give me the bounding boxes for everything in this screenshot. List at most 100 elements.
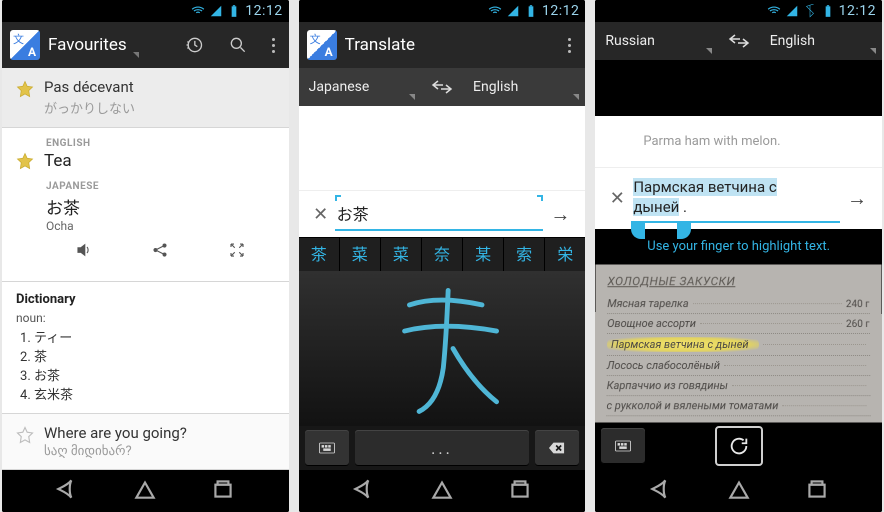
switch-keyboard-button[interactable] [305, 430, 349, 466]
text-input[interactable]: お茶 [335, 197, 544, 231]
swap-languages-button[interactable] [718, 31, 760, 51]
speak-button[interactable] [75, 241, 93, 263]
home-button[interactable] [726, 476, 752, 506]
signal-icon [209, 4, 223, 18]
space-button[interactable]: ... [355, 430, 530, 466]
menu-line: Лосось слабосолёный [607, 356, 870, 376]
candidate[interactable]: 菜 [340, 238, 381, 271]
overflow-menu-button[interactable] [264, 38, 283, 53]
language-bar: Japanese English [299, 68, 586, 106]
menu-heading: ХОЛОДНЫЕ ЗАКУСКИ [608, 274, 870, 288]
dict-entry: 茶 [34, 346, 275, 365]
wifi-icon [191, 4, 205, 18]
to-language-selector[interactable]: English [760, 22, 882, 60]
status-bar: 12:12 [595, 0, 882, 22]
menu-line: Карпаччио из говядины [607, 376, 870, 396]
system-nav-bar [299, 470, 586, 512]
dict-pos: noun: [16, 311, 275, 325]
app-icon[interactable] [307, 30, 337, 60]
fav-sub: საღ მიდიხარ? [44, 444, 275, 459]
home-button[interactable] [132, 476, 158, 506]
candidate[interactable]: 某 [463, 238, 504, 271]
ocr-source-field[interactable]: Пармская ветчина сдыней . [631, 174, 840, 223]
switch-keyboard-button[interactable] [601, 428, 645, 464]
submit-button[interactable]: → [543, 202, 577, 227]
fav-detail-card: ENGLISH Tea JAPANESE お茶 Ocha [2, 128, 289, 282]
candidate[interactable]: 栄 [545, 238, 585, 271]
selected-text: Пармская ветчина с [633, 178, 776, 196]
tgt-lang-label: JAPANESE [46, 181, 275, 192]
recents-button[interactable] [210, 476, 236, 506]
status-bar: 12:12 [299, 0, 586, 22]
back-button[interactable] [54, 476, 80, 506]
spinner-indicator-icon [133, 52, 139, 58]
dict-header: Dictionary [16, 292, 275, 307]
star-outline-icon[interactable] [16, 426, 34, 444]
battery-icon [821, 4, 835, 18]
page-title: Translate [345, 35, 415, 55]
clear-input-button[interactable]: ✕ [307, 204, 335, 225]
app-icon[interactable] [10, 30, 40, 60]
from-language: Russian [605, 33, 655, 49]
bluetooth-icon [803, 4, 817, 18]
battery-icon [227, 4, 241, 18]
ocr-translated-text: Parma ham with melon. [595, 116, 882, 167]
share-button[interactable] [151, 241, 169, 263]
dropdown-indicator-icon [573, 94, 579, 100]
camera-toolbar [595, 422, 882, 470]
action-bar: Translate [299, 22, 586, 68]
dictionary-card: Dictionary noun: ティー 茶 お茶 玄米茶 [2, 282, 289, 414]
src-word: Tea [44, 151, 72, 171]
rescan-button[interactable] [715, 426, 763, 466]
backspace-button[interactable] [535, 430, 579, 466]
action-bar: Favourites [2, 22, 289, 68]
to-language-selector[interactable]: English [463, 68, 585, 106]
result-area [299, 106, 586, 190]
from-language-selector[interactable]: Japanese [299, 68, 421, 106]
back-button[interactable] [351, 476, 377, 506]
detail-actions [46, 233, 275, 273]
handwriting-canvas[interactable] [299, 271, 586, 426]
to-language: English [473, 79, 518, 95]
status-bar: 12:12 [2, 0, 289, 22]
recents-button[interactable] [507, 476, 533, 506]
dict-entry: ティー [34, 327, 275, 346]
menu-line: с рукколой и вялеными томатами [607, 396, 871, 416]
recents-button[interactable] [804, 476, 830, 506]
star-icon[interactable] [16, 80, 34, 98]
candidate[interactable]: 奈 [422, 238, 463, 271]
fav-item[interactable]: Pas décevant がっかりしない [2, 68, 289, 128]
fullscreen-button[interactable] [228, 241, 246, 263]
battery-icon [524, 4, 538, 18]
status-clock: 12:12 [245, 3, 282, 19]
phone-translate: 12:12 Translate Japanese English ✕ お茶 → [299, 0, 586, 512]
status-clock: 12:12 [542, 3, 579, 19]
star-icon[interactable] [16, 152, 34, 170]
from-language-selector[interactable]: Russian [595, 22, 717, 60]
home-button[interactable] [429, 476, 455, 506]
back-button[interactable] [648, 476, 674, 506]
ocr-screen: Parma ham with melon. ✕ Пармская ветчина… [595, 60, 882, 470]
clear-input-button[interactable]: ✕ [603, 188, 631, 209]
candidate[interactable]: 索 [504, 238, 545, 271]
history-button[interactable] [176, 27, 212, 63]
camera-photo[interactable]: ХОЛОДНЫЕ ЗАКУСКИ Мясная тарелка240 г Ово… [595, 264, 882, 422]
dict-entry: 玄米茶 [34, 384, 275, 403]
translate-screen: ✕ お茶 → 茶 菜 菜 奈 某 索 栄 [299, 106, 586, 470]
submit-button[interactable]: → [840, 186, 874, 211]
candidate[interactable]: 茶 [299, 238, 340, 271]
menu-line: Овощное ассорти260 г [607, 314, 870, 334]
fav-item[interactable]: Where are you going? საღ მიდიხარ? [2, 414, 289, 470]
menu-line-highlighted: Пармская ветчина с дыней [607, 334, 870, 356]
overflow-menu-button[interactable] [560, 38, 579, 53]
handwriting-toolbar: ... [299, 426, 586, 470]
input-text: お茶 [337, 205, 369, 224]
status-clock: 12:12 [839, 3, 876, 19]
swap-languages-button[interactable] [421, 77, 463, 97]
phone-camera-ocr: 12:12 Russian English Parma ham with mel… [595, 0, 882, 512]
phone-favourites: 12:12 Favourites Pas décevant がっかりしない EN… [2, 0, 289, 512]
language-bar: Russian English [595, 22, 882, 60]
search-button[interactable] [220, 27, 256, 63]
candidate[interactable]: 菜 [381, 238, 422, 271]
page-title[interactable]: Favourites [48, 35, 127, 55]
